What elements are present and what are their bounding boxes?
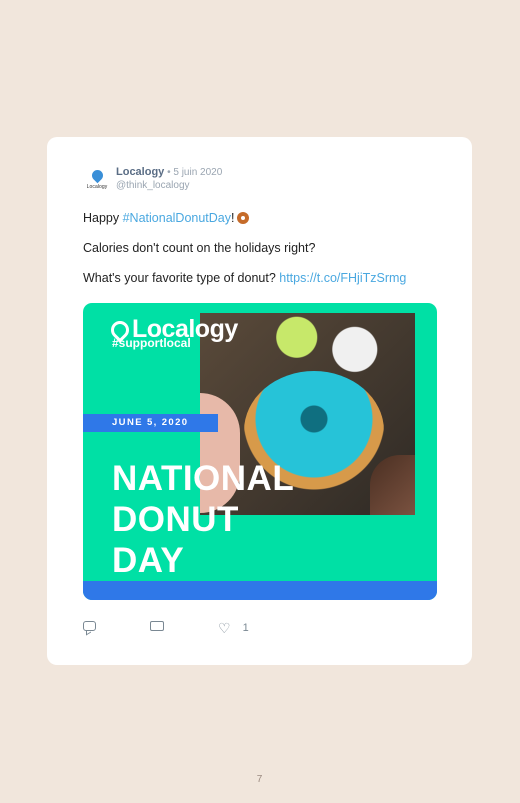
media-headline: NATIONAL DONUT DAY (112, 458, 294, 581)
location-pin-icon (89, 167, 105, 184)
text-prefix: Happy (83, 211, 123, 225)
author-handle[interactable]: @think_localogy (116, 180, 190, 191)
chocolate-donut (370, 455, 415, 515)
reply-icon (83, 621, 96, 631)
media-date-bar: JUNE 5, 2020 (83, 414, 218, 432)
tweet-media-image[interactable]: Localogy #supportlocal JUNE 5, 2020 NATI… (83, 303, 437, 600)
tweet-date[interactable]: 5 juin 2020 (173, 167, 222, 178)
heart-icon: ♡ (218, 620, 231, 636)
retweet-icon (150, 621, 164, 631)
tweet-line-1: Happy #NationalDonutDay! (83, 211, 249, 225)
author-line: Localogy • 5 juin 2020 (116, 166, 222, 178)
donut-emoji-icon (236, 212, 249, 224)
avatar-label: Localogy (86, 184, 108, 190)
retweet-button[interactable] (150, 621, 164, 631)
media-hashtag: #supportlocal (112, 336, 191, 350)
headline-line-3: DAY (112, 541, 185, 580)
separator: • (164, 167, 174, 178)
reply-button[interactable] (83, 621, 96, 631)
headline-line-2: DONUT (112, 500, 239, 539)
tweet-card: Localogy Localogy • 5 juin 2020 @think_l… (47, 137, 472, 665)
page-number: 7 (256, 774, 264, 785)
text-suffix: ! (231, 211, 235, 225)
question-text: What's your favorite type of donut? (83, 271, 280, 285)
headline-line-1: NATIONAL (112, 459, 295, 498)
hashtag-link[interactable]: #NationalDonutDay (123, 211, 231, 225)
avatar[interactable]: Localogy (83, 167, 111, 196)
media-bottom-bar (83, 581, 437, 600)
tco-link[interactable]: https://t.co/FHjiTzSrmg (279, 271, 406, 285)
like-button[interactable]: ♡ 1 (218, 621, 249, 635)
tweet-line-3: What's your favorite type of donut? http… (83, 271, 406, 285)
author-name[interactable]: Localogy (116, 166, 164, 178)
like-count: 1 (242, 622, 249, 634)
tweet-line-2: Calories don't count on the holidays rig… (83, 241, 316, 255)
